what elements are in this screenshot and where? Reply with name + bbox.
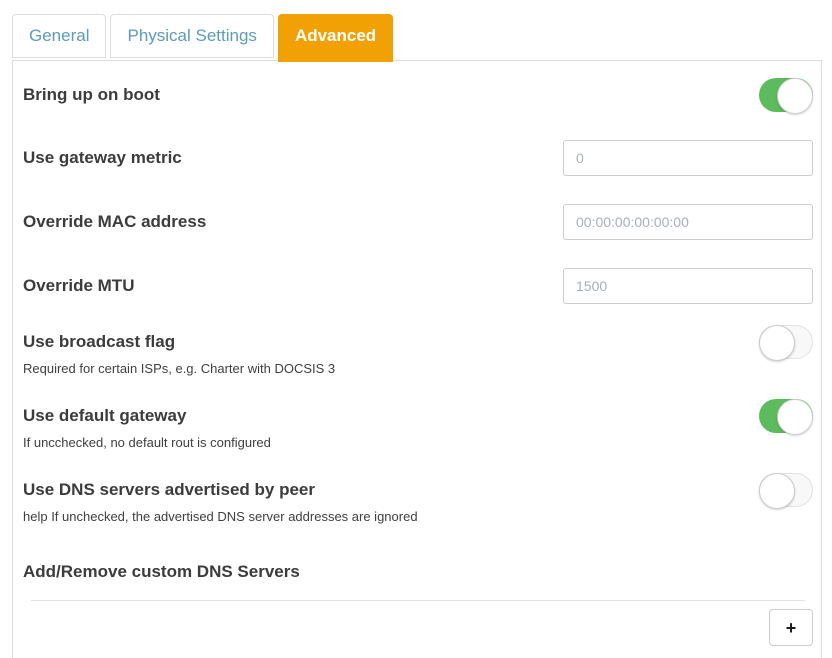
dns-advertised-help: help If unchecked, the advertised DNS se… — [23, 509, 418, 524]
broadcast-flag-help: Required for certain ISPs, e.g. Charter … — [23, 361, 335, 376]
default-gateway-help: If uncchecked, no default rout is config… — [23, 435, 271, 450]
broadcast-flag-label: Use broadcast flag — [23, 332, 335, 352]
advanced-settings-panel: Bring up on boot Use gateway metric Over… — [12, 60, 822, 658]
mtu-label: Override MTU — [23, 276, 134, 296]
custom-dns-heading: Add/Remove custom DNS Servers — [23, 562, 813, 582]
setting-row-bring-up-on-boot: Bring up on boot — [23, 78, 813, 112]
settings-tabbar: General Physical Settings Advanced — [0, 14, 832, 60]
gateway-metric-input[interactable] — [563, 140, 813, 176]
bring-up-on-boot-label: Bring up on boot — [23, 85, 160, 105]
mac-address-input[interactable] — [563, 204, 813, 240]
setting-row-default-gateway: Use default gateway If uncchecked, no de… — [23, 406, 813, 450]
tab-advanced[interactable]: Advanced — [278, 14, 393, 62]
default-gateway-text: Use default gateway If uncchecked, no de… — [23, 406, 271, 450]
dns-advertised-label: Use DNS servers advertised by peer — [23, 480, 418, 500]
bring-up-on-boot-toggle[interactable] — [759, 78, 813, 112]
default-gateway-toggle[interactable] — [759, 399, 813, 433]
setting-row-mtu: Override MTU — [23, 268, 813, 304]
setting-row-gateway-metric: Use gateway metric — [23, 140, 813, 176]
gateway-metric-label: Use gateway metric — [23, 148, 182, 168]
mac-address-label: Override MAC address — [23, 212, 206, 232]
tab-general[interactable]: General — [12, 14, 106, 58]
mtu-input[interactable] — [563, 268, 813, 304]
custom-dns-add-row: + — [23, 601, 813, 646]
default-gateway-label: Use default gateway — [23, 406, 271, 426]
tab-physical-settings[interactable]: Physical Settings — [110, 14, 273, 58]
broadcast-flag-text: Use broadcast flag Required for certain … — [23, 332, 335, 376]
setting-row-broadcast-flag: Use broadcast flag Required for certain … — [23, 332, 813, 376]
dns-advertised-toggle[interactable] — [759, 473, 813, 507]
broadcast-flag-toggle[interactable] — [759, 325, 813, 359]
setting-row-dns-advertised: Use DNS servers advertised by peer help … — [23, 480, 813, 524]
dns-advertised-text: Use DNS servers advertised by peer help … — [23, 480, 418, 524]
add-dns-server-button[interactable]: + — [769, 609, 813, 646]
setting-row-mac-address: Override MAC address — [23, 204, 813, 240]
